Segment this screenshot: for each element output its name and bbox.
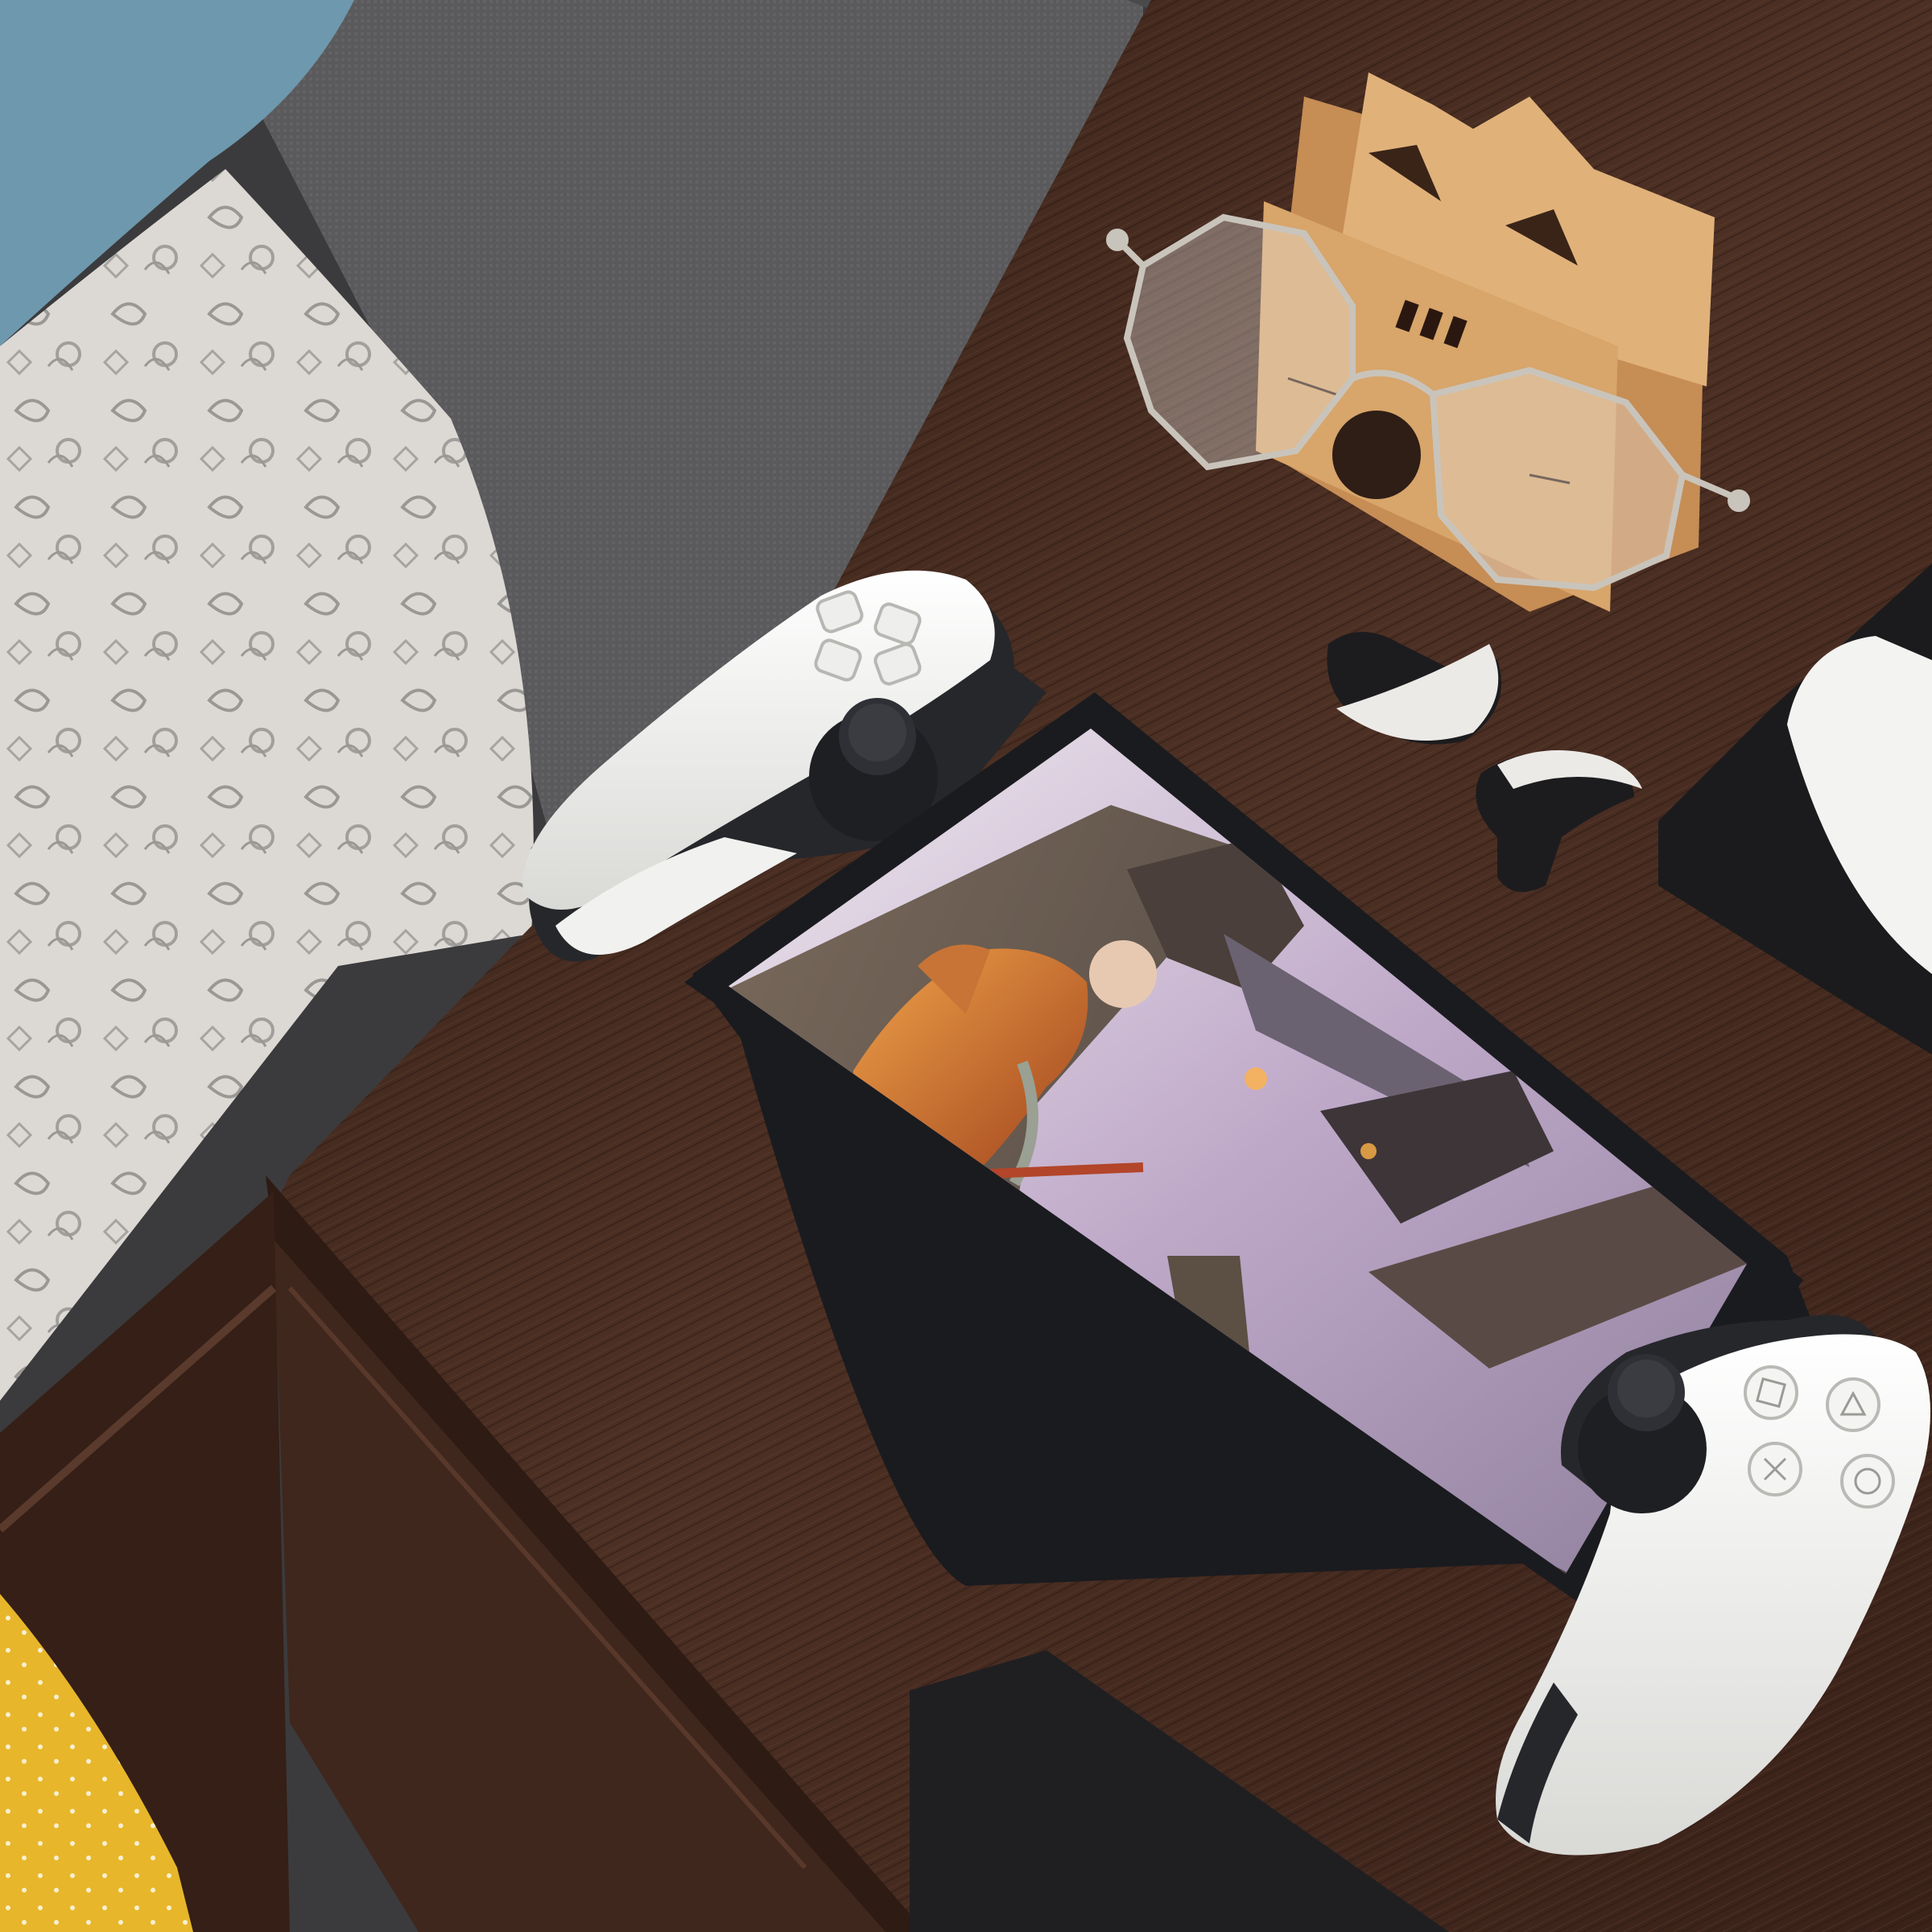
photo-scene: [0, 0, 1932, 1932]
circle-icon[interactable]: [1840, 1454, 1895, 1509]
square-icon[interactable]: [1744, 1365, 1798, 1420]
triangle-icon[interactable]: [1826, 1377, 1880, 1432]
